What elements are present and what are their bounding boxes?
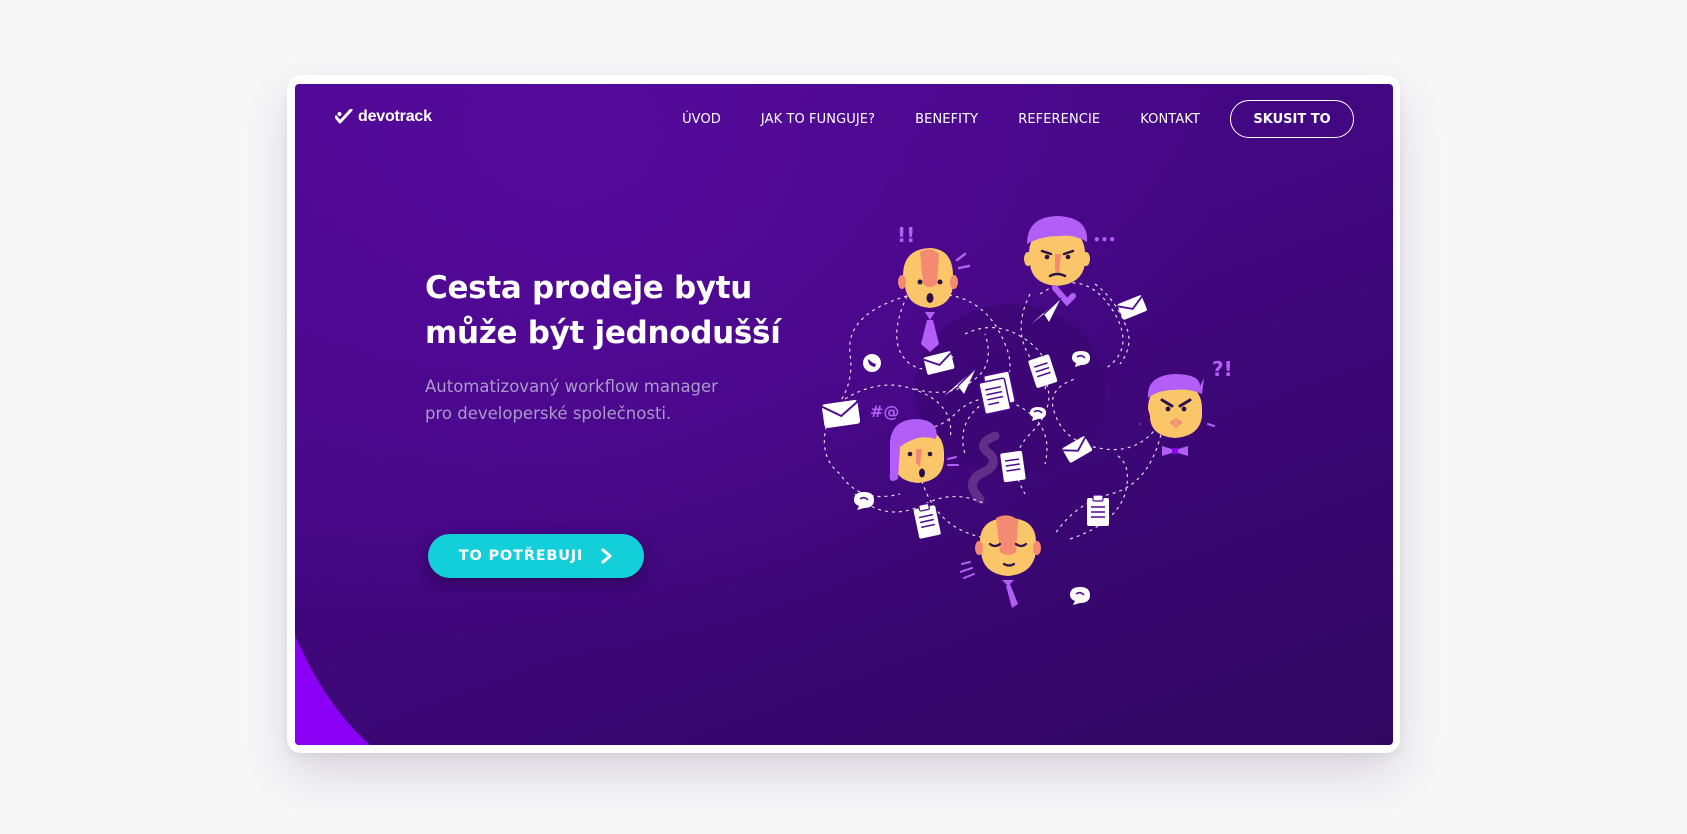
document-icon [1028, 354, 1058, 388]
clipboard-icon [913, 503, 941, 539]
exclaim-symbol: !! [897, 224, 915, 247]
hero-headline: Cesta prodeje bytu může být jednodušší [425, 266, 785, 356]
main-nav: ÚVOD JAK TO FUNGUJE? BENEFITY REFERENCIE… [682, 100, 1354, 138]
hero-subtitle: Automatizovaný workflow manager pro deve… [425, 373, 745, 427]
nav-item-jak-to-funguje[interactable]: JAK TO FUNGUJE? [761, 112, 875, 127]
envelope-icon [821, 399, 861, 429]
hero-section: devotrack ÚVOD JAK TO FUNGUJE? BENEFITY … [295, 84, 1393, 745]
nav-item-kontakt[interactable]: KONTAKT [1140, 112, 1200, 127]
face-angry-man-icon: ?! [1140, 357, 1233, 456]
phone-icon [863, 354, 881, 372]
brand-name: devotrack [358, 108, 432, 125]
paper-plane-icon [1031, 297, 1062, 324]
interrobang-symbol: ?! [1212, 357, 1233, 381]
nav-item-referencie[interactable]: REFERENCIE [1018, 112, 1100, 127]
chevron-right-icon [601, 548, 612, 564]
logo-check-icon [335, 109, 353, 124]
document-stack-icon [978, 370, 1016, 415]
document-icon [1000, 450, 1026, 483]
nav-item-uvod[interactable]: ÚVOD [682, 112, 721, 127]
clipboard-icon [1087, 494, 1109, 526]
subtitle-line-1: Automatizovaný workflow manager [425, 377, 718, 396]
i-need-it-button[interactable]: TO POTŘEBUJI [428, 534, 644, 578]
chat-bubble-icon [1070, 587, 1090, 605]
nav-item-benefity[interactable]: BENEFITY [915, 112, 978, 127]
chat-bubble-icon [854, 492, 874, 510]
headline-line-1: Cesta prodeje bytu [425, 270, 753, 306]
paper-plane-icon [944, 367, 977, 396]
cta-label: TO POTŘEBUJI [458, 548, 584, 564]
brand-logo[interactable]: devotrack [335, 108, 432, 126]
ellipsis-symbol: ••• [1093, 233, 1116, 247]
chat-bubble-icon [1030, 407, 1046, 421]
envelope-icon [1062, 436, 1093, 463]
headline-line-2: může být jednodušší [425, 315, 781, 351]
face-surprised-man-icon: !! [897, 224, 971, 352]
face-sleepy-man-icon [960, 515, 1041, 608]
hash-at-symbol: #@ [870, 402, 899, 421]
envelope-icon [1117, 295, 1147, 320]
corner-accent-shape [295, 635, 370, 745]
chat-bubble-icon [1072, 351, 1090, 367]
workflow-chaos-illustration: !! ••• ?! #@ [815, 204, 1245, 634]
subtitle-line-2: pro developerské společnosti. [425, 404, 672, 423]
try-it-button[interactable]: SKUSIT TO [1230, 100, 1354, 138]
face-surprised-woman-icon: #@ [870, 402, 959, 483]
